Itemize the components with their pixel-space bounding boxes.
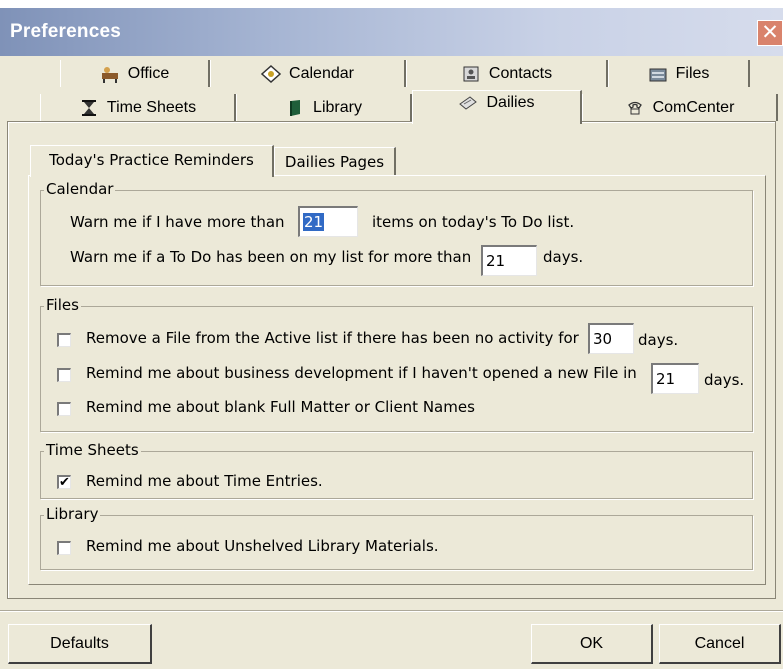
divider-highlight [0,611,783,612]
bizdev-checkbox[interactable] [57,368,71,382]
tab-contacts[interactable]: Contacts [406,60,608,87]
subtab-dailies-pages-label: Dailies Pages [284,153,385,171]
warn-todo-label: Warn me if I have more than [70,213,285,231]
book-icon [285,99,305,117]
close-button[interactable]: ✕ [757,20,783,46]
tab-files-label: Files [675,64,710,82]
files-icon [648,65,668,83]
unshelved-label: Remind me about Unshelved Library Materi… [86,537,439,555]
tab-contacts-label: Contacts [488,64,553,82]
tab-time-sheets[interactable]: Time Sheets [40,94,236,121]
subtab-dailies-pages[interactable]: Dailies Pages [274,147,396,175]
blank-names-checkbox[interactable] [57,402,71,416]
dailies-icon [458,94,478,112]
remove-days-suffix: days. [638,331,679,349]
cancel-button-label: Cancel [694,634,745,652]
ok-button[interactable]: OK [531,624,653,664]
check-icon: ✔ [59,475,70,490]
remove-file-label: Remove a File from the Active list if th… [86,329,579,347]
blank-names-label: Remind me about blank Full Matter or Cli… [86,398,475,416]
calendar-group [40,190,753,286]
subtab-practice-reminders-label: Today's Practice Reminders [49,151,254,169]
subtab-practice-reminders[interactable]: Today's Practice Reminders [30,145,274,177]
library-group-label: Library [44,505,101,523]
defaults-button[interactable]: Defaults [8,624,152,664]
warn-days-label: Warn me if a To Do has been on my list f… [70,248,472,266]
title-bar[interactable]: Preferences ✕ [0,8,783,56]
calendar-icon [260,64,282,83]
time-entries-label: Remind me about Time Entries. [86,472,323,490]
ok-button-label: OK [579,634,604,652]
calendar-group-label: Calendar [44,180,116,198]
tab-calendar[interactable]: Calendar [210,60,406,87]
tab-dailies[interactable]: Dailies [412,90,582,124]
warn-todo-suffix: items on today's To Do list. [372,213,575,231]
files-group-label: Files [44,296,81,314]
tab-office-label: Office [127,64,170,82]
phone-icon [625,99,645,117]
contacts-icon [461,65,481,83]
hourglass-icon [79,99,99,117]
tab-office[interactable]: Office [60,60,210,87]
bizdev-label: Remind me about business development if … [86,364,637,382]
office-icon [100,65,120,83]
remove-file-checkbox[interactable] [57,333,71,347]
timesheets-group-label: Time Sheets [44,441,141,459]
unshelved-checkbox[interactable] [57,541,71,555]
tab-comcenter[interactable]: ComCenter [582,94,778,121]
warn-todo-count-input[interactable]: 21 [298,206,358,237]
warn-days-suffix: days. [543,248,584,266]
tab-dailies-label: Dailies [486,94,535,111]
tab-library-label: Library [313,98,362,116]
tab-library[interactable]: Library [236,94,412,121]
bizdev-days-suffix: days. [704,371,745,389]
window-title: Preferences [10,21,121,42]
bizdev-days-input[interactable]: 21 [651,363,699,394]
cancel-button[interactable]: Cancel [659,624,781,664]
remove-days-input[interactable]: 30 [588,323,634,354]
warn-days-input[interactable]: 21 [481,245,537,276]
tab-files[interactable]: Files [608,60,750,87]
tab-calendar-label: Calendar [289,64,354,82]
close-icon: ✕ [761,20,779,44]
tab-time-sheets-label: Time Sheets [106,98,197,116]
tab-comcenter-label: ComCenter [652,98,735,116]
defaults-button-label: Defaults [50,634,109,652]
time-entries-checkbox[interactable]: ✔ [57,475,71,489]
